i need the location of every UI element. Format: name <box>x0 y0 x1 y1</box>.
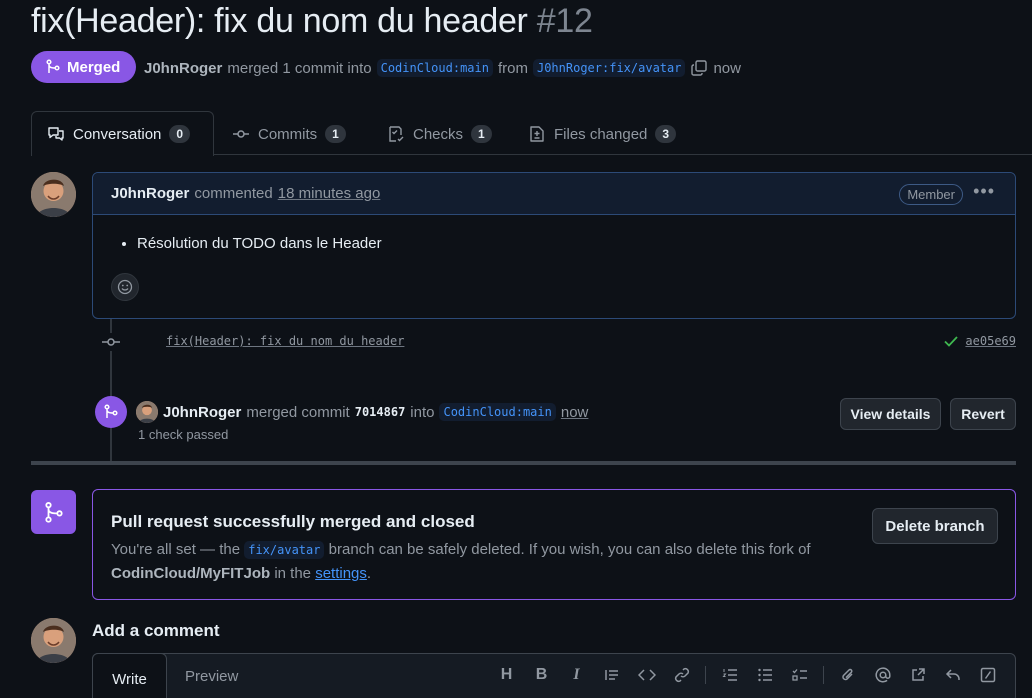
merged-description: You're all set — the fix/avatar branch c… <box>111 538 871 586</box>
base-branch[interactable]: CodinCloud:main <box>376 59 493 77</box>
commit-sha: ae05e69 <box>943 333 1016 349</box>
revert-button[interactable]: Revert <box>950 398 1016 430</box>
italic-icon[interactable]: I <box>559 663 594 687</box>
checklist-icon <box>389 126 404 142</box>
reply-icon[interactable] <box>935 663 970 687</box>
merged-title: Pull request successfully merged and clo… <box>111 512 475 531</box>
unordered-list-icon[interactable] <box>747 663 782 687</box>
merge-user[interactable]: J0hnRoger <box>163 404 241 421</box>
from-text: from <box>497 59 528 77</box>
copy-icon[interactable] <box>690 59 708 77</box>
tab-counter: 1 <box>325 125 346 143</box>
slash-command-icon[interactable] <box>970 663 1005 687</box>
pr-title: fix(Header): fix du nom du header #12 <box>31 2 593 41</box>
fork-repo: CodinCloud/MyFITJob <box>111 565 271 582</box>
toolbar-separator <box>823 666 824 684</box>
tab-checks[interactable]: Checks 1 <box>387 122 492 146</box>
merged-status-box: Pull request successfully merged and clo… <box>92 489 1016 600</box>
comment-body: Résolution du TODO dans le Header <box>93 215 1015 252</box>
markdown-toolbar: H B I <box>489 663 1005 687</box>
checks-passed: 1 check passed <box>138 427 229 442</box>
smiley-icon <box>117 279 133 295</box>
meta-time: now <box>713 59 741 77</box>
merged-text-2: branch can be safely deleted. If you wis… <box>328 541 811 558</box>
comment-editor: Write Preview H B I <box>92 653 1016 698</box>
comment-list-item: Résolution du TODO dans le Header <box>137 235 997 252</box>
add-reaction-button[interactable] <box>111 273 139 301</box>
task-list-icon[interactable] <box>782 663 817 687</box>
merged-text-3: in the <box>274 565 312 582</box>
tab-write[interactable]: Write <box>92 653 167 698</box>
into-text: into <box>410 403 435 421</box>
comment-action: commented <box>194 185 273 202</box>
link-icon[interactable] <box>664 663 699 687</box>
avatar[interactable] <box>136 401 158 423</box>
reference-icon[interactable] <box>900 663 935 687</box>
merge-icon <box>104 404 118 418</box>
head-branch[interactable]: J0hnRoger:fix/avatar <box>532 59 686 77</box>
merged-branch[interactable]: fix/avatar <box>244 541 325 559</box>
code-icon[interactable] <box>629 663 664 687</box>
comment-discussion-icon <box>48 127 64 141</box>
toolbar-separator <box>705 666 706 684</box>
git-commit-icon <box>233 130 249 138</box>
comment-box: J0hnRoger commented 18 minutes ago Membe… <box>92 172 1016 319</box>
tab-counter: 1 <box>471 125 492 143</box>
meta-text: merged 1 commit into <box>227 59 372 77</box>
status-label: Merged <box>67 58 121 76</box>
merged-text-1: You're all set — the <box>111 541 241 558</box>
tab-preview[interactable]: Preview <box>185 668 238 685</box>
merge-branch[interactable]: CodinCloud:main <box>439 403 556 421</box>
merge-event: J0hnRoger merged commit 7014867 into Cod… <box>136 401 588 423</box>
quote-icon[interactable] <box>594 663 629 687</box>
tab-label: Checks <box>413 125 464 143</box>
add-comment-title: Add a comment <box>92 621 220 640</box>
merge-icon <box>46 59 60 73</box>
tab-label: Commits <box>258 125 318 143</box>
settings-link[interactable]: settings <box>315 565 367 582</box>
author-link[interactable]: J0hnRoger <box>144 60 222 77</box>
timeline-divider <box>31 461 1016 465</box>
kebab-menu-icon[interactable]: ••• <box>973 181 995 202</box>
tab-commits[interactable]: Commits 1 <box>232 122 346 146</box>
merged-text-4: . <box>366 565 372 582</box>
attach-icon[interactable] <box>830 663 865 687</box>
merged-icon-box <box>31 490 76 534</box>
pr-number: #12 <box>536 2 593 40</box>
mention-icon[interactable] <box>865 663 900 687</box>
comment-header: J0hnRoger commented 18 minutes ago Membe… <box>93 173 1015 215</box>
merged-status-badge: Merged <box>31 51 136 83</box>
commit-message-link[interactable]: fix(Header): fix du nom du header <box>166 334 404 348</box>
view-details-button[interactable]: View details <box>840 398 941 430</box>
check-icon <box>944 336 959 347</box>
merge-event-icon <box>95 396 127 428</box>
git-commit-icon <box>102 333 120 351</box>
member-badge: Member <box>899 184 963 205</box>
merge-commit-sha[interactable]: 7014867 <box>355 405 406 419</box>
pr-meta: J0hnRoger merged 1 commit into CodinClou… <box>144 57 741 79</box>
tabs-underline <box>213 154 1032 155</box>
bold-icon[interactable]: B <box>524 663 559 687</box>
tab-files-changed[interactable]: Files changed 3 <box>528 122 677 146</box>
avatar[interactable] <box>31 172 76 217</box>
ordered-list-icon[interactable] <box>712 663 747 687</box>
commit-sha-link[interactable]: ae05e69 <box>965 334 1016 348</box>
avatar[interactable] <box>31 618 76 663</box>
merge-time[interactable]: now <box>561 404 589 421</box>
tab-label: Files changed <box>554 125 648 143</box>
merge-text: merged commit <box>246 403 350 421</box>
tab-conversation[interactable]: Conversation 0 <box>47 122 191 146</box>
delete-branch-button[interactable]: Delete branch <box>872 508 998 544</box>
heading-icon[interactable]: H <box>489 663 524 687</box>
tab-counter: 3 <box>655 125 677 143</box>
comment-time[interactable]: 18 minutes ago <box>278 185 381 202</box>
merge-icon <box>44 502 63 523</box>
file-diff-icon <box>530 126 544 142</box>
pr-title-text: fix(Header): fix du nom du header <box>31 2 528 40</box>
comment-author[interactable]: J0hnRoger <box>111 185 189 202</box>
tab-counter: 0 <box>169 125 191 143</box>
tab-label: Conversation <box>73 125 162 143</box>
